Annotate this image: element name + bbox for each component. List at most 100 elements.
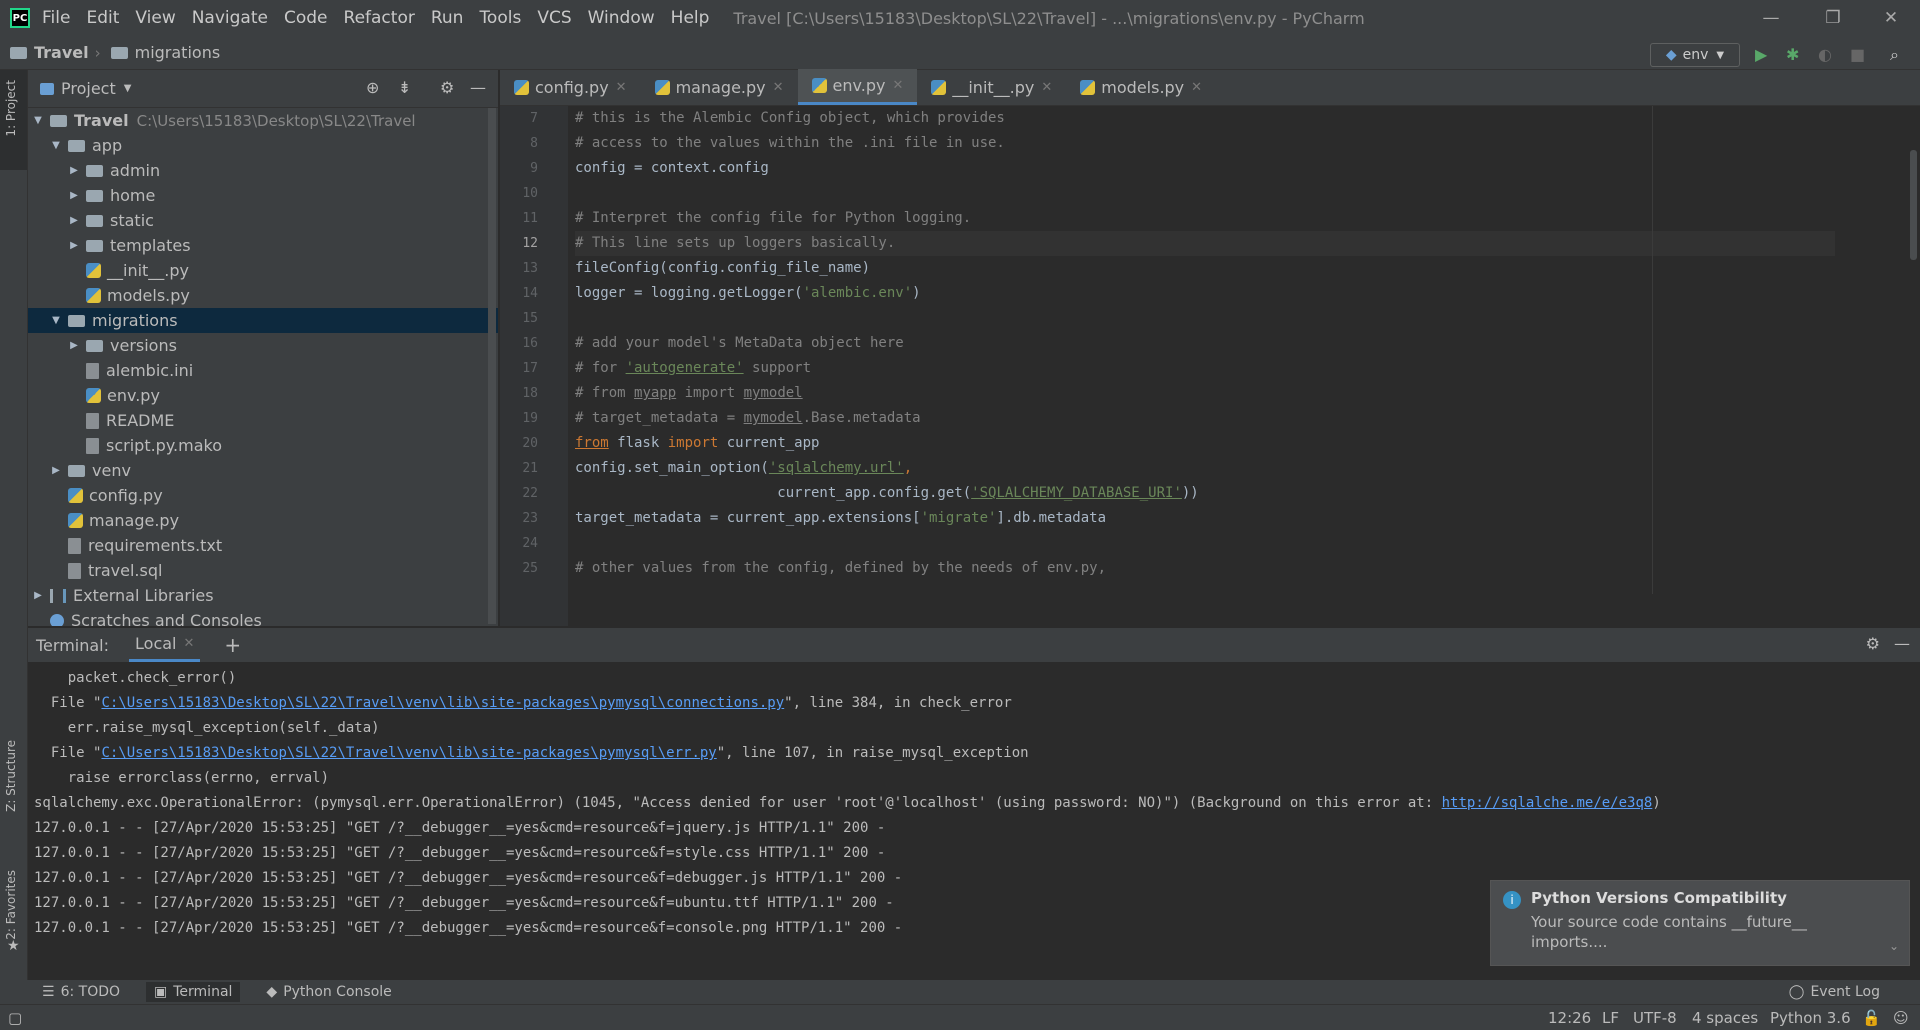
file-link[interactable]: C:\Users\15183\Desktop\SL\22\Travel\venv…	[101, 745, 716, 761]
tree-item-travel-sql[interactable]: travel.sql	[28, 558, 498, 583]
menu-window[interactable]: Window	[588, 8, 655, 28]
search-icon[interactable]: ⌕	[1890, 45, 1899, 65]
menu-tools[interactable]: Tools	[479, 8, 521, 28]
tree-item-travel[interactable]: ▼ Travel C:\Users\15183\Desktop\SL\22\Trav…	[28, 108, 498, 133]
menu-code[interactable]: Code	[284, 8, 328, 28]
tab-env-py[interactable]: env.py ✕	[797, 69, 918, 105]
close-icon[interactable]: ✕	[1041, 80, 1052, 95]
tree-item-templates[interactable]: ▶ templates	[28, 233, 498, 258]
file-encoding[interactable]: UTF-8	[1633, 1009, 1677, 1027]
scratches-icon	[50, 613, 64, 626]
tree-item-venv[interactable]: ▶ venv	[28, 458, 498, 483]
tree-item-versions[interactable]: ▶ versions	[28, 333, 498, 358]
breadcrumb-project[interactable]: Travel	[10, 43, 89, 62]
tree-item-readme[interactable]: README	[28, 408, 498, 433]
project-view-select[interactable]: Project	[61, 79, 116, 98]
tool-tab-todo[interactable]: 6: TODO	[61, 984, 120, 1000]
close-icon[interactable]: ✕	[616, 80, 627, 95]
tree-item-script-mako[interactable]: script.py.mako	[28, 433, 498, 458]
tree-item-models-py[interactable]: models.py	[28, 283, 498, 308]
inspector-icon[interactable]: ☺	[1893, 1009, 1909, 1027]
close-icon[interactable]: ✕	[183, 636, 194, 651]
menu-refactor[interactable]: Refactor	[344, 8, 415, 28]
python-icon: ◆	[1665, 47, 1677, 63]
close-window-button[interactable]: ✕	[1868, 0, 1914, 36]
code-editor[interactable]: # this is the Alembic Config object, whi…	[575, 106, 1835, 626]
tab-manage-py[interactable]: manage.py ✕	[641, 69, 798, 105]
collapsed-icon: ▶	[52, 465, 60, 476]
collapse-all-icon[interactable]: ⇟	[398, 78, 411, 97]
folder-icon	[86, 164, 103, 177]
line-number-gutter: 7 8 9 10 11 12 13 14 15 16 17 18 19 20 2…	[500, 106, 568, 626]
event-log-button[interactable]: ◯ Event Log	[1789, 984, 1880, 1000]
tree-item-manage-py[interactable]: manage.py	[28, 508, 498, 533]
keyword-token: from	[575, 435, 609, 451]
debug-icon[interactable]: ✱	[1786, 45, 1799, 64]
string-token: 'autogenerate'	[625, 360, 744, 376]
python-interpreter[interactable]: Python 3.6	[1770, 1009, 1851, 1027]
tab-init-py[interactable]: __init__.py ✕	[917, 69, 1066, 105]
tree-item-app[interactable]: ▼ app	[28, 133, 498, 158]
menu-navigate[interactable]: Navigate	[192, 8, 268, 28]
indent-setting[interactable]: 4 spaces	[1692, 1009, 1758, 1027]
expanded-icon: ▼	[52, 315, 60, 326]
tree-item-env-py[interactable]: env.py	[28, 383, 498, 408]
tree-item-external-libraries[interactable]: ▶ External Libraries	[28, 583, 498, 608]
url-link[interactable]: http://sqlalche.me/e/e3q8	[1442, 795, 1653, 811]
bottom-tool-tabs: ☰ 6: TODO ▣ Terminal ◆ Python Console ◯ Ev…	[0, 980, 1920, 1004]
menu-help[interactable]: Help	[671, 8, 710, 28]
close-icon[interactable]: ✕	[892, 78, 903, 93]
run-config-select[interactable]: ◆ env ▼	[1650, 43, 1740, 67]
minimize-button[interactable]: —	[1748, 0, 1794, 36]
tree-item-scratches[interactable]: Scratches and Consoles	[28, 608, 498, 626]
tree-item-config-py[interactable]: config.py	[28, 483, 498, 508]
notification-popup[interactable]: i Python Versions Compatibility Your sou…	[1490, 880, 1910, 966]
project-scrollbar[interactable]	[488, 108, 496, 624]
tool-tab-project[interactable]: 1: Project	[4, 80, 18, 137]
tool-tab-python-console[interactable]: Python Console	[283, 984, 392, 1000]
hide-panel-icon[interactable]: —	[1894, 634, 1910, 653]
close-icon[interactable]: ✕	[773, 80, 784, 95]
terminal-text: )	[1652, 795, 1661, 811]
toggle-tool-windows-icon[interactable]: ▢	[8, 1009, 22, 1027]
navigation-bar: Travel › migrations ◆ env ▼ ▶ ✱ ◐ ■ ⌕	[0, 36, 1920, 70]
locate-icon[interactable]: ⊕	[366, 78, 379, 97]
breadcrumb-migrations[interactable]: migrations	[110, 43, 220, 62]
terminal-tab-local[interactable]: Local ✕	[129, 628, 201, 662]
line-separator[interactable]: LF	[1602, 1009, 1619, 1027]
tab-config-py[interactable]: config.py ✕	[500, 69, 641, 105]
caret-position[interactable]: 12:26	[1548, 1009, 1591, 1027]
menu-run[interactable]: Run	[431, 8, 464, 28]
tool-tab-favorites[interactable]: 2: Favorites	[4, 870, 18, 940]
hide-panel-icon[interactable]: —	[470, 78, 486, 97]
tree-item-migrations[interactable]: ▼ migrations	[28, 308, 498, 333]
menu-edit[interactable]: Edit	[86, 8, 119, 28]
chevron-down-icon[interactable]: ▼	[124, 83, 132, 94]
add-terminal-icon[interactable]: +	[224, 633, 241, 657]
gear-icon[interactable]: ⚙	[1866, 634, 1880, 653]
stop-icon[interactable]: ■	[1850, 45, 1865, 64]
tool-tab-structure[interactable]: Z: Structure	[4, 740, 18, 812]
collapsed-icon: ▶	[34, 590, 42, 601]
tree-item-static[interactable]: ▶ static	[28, 208, 498, 233]
lock-icon[interactable]: 🔓	[1862, 1009, 1881, 1027]
restore-button[interactable]: ❐	[1810, 0, 1856, 36]
tree-label: home	[110, 186, 156, 205]
menu-vcs[interactable]: VCS	[537, 8, 571, 28]
menu-view[interactable]: View	[135, 8, 175, 28]
tree-item-alembic-ini[interactable]: alembic.ini	[28, 358, 498, 383]
editor-scrollbar[interactable]	[1910, 150, 1917, 260]
tree-item-requirements[interactable]: requirements.txt	[28, 533, 498, 558]
tab-models-py[interactable]: models.py ✕	[1066, 69, 1216, 105]
coverage-icon[interactable]: ◐	[1818, 45, 1832, 64]
menu-file[interactable]: File	[42, 8, 70, 28]
gear-icon[interactable]: ⚙	[440, 78, 454, 97]
chevron-down-icon[interactable]: ⌄	[1889, 939, 1899, 953]
tool-tab-terminal[interactable]: ▣ Terminal	[146, 982, 241, 1002]
run-icon[interactable]: ▶	[1755, 45, 1767, 64]
tree-item-init-py[interactable]: __init__.py	[28, 258, 498, 283]
file-link[interactable]: C:\Users\15183\Desktop\SL\22\Travel\venv…	[101, 695, 784, 711]
tree-item-admin[interactable]: ▶ admin	[28, 158, 498, 183]
tree-item-home[interactable]: ▶ home	[28, 183, 498, 208]
close-icon[interactable]: ✕	[1191, 80, 1202, 95]
